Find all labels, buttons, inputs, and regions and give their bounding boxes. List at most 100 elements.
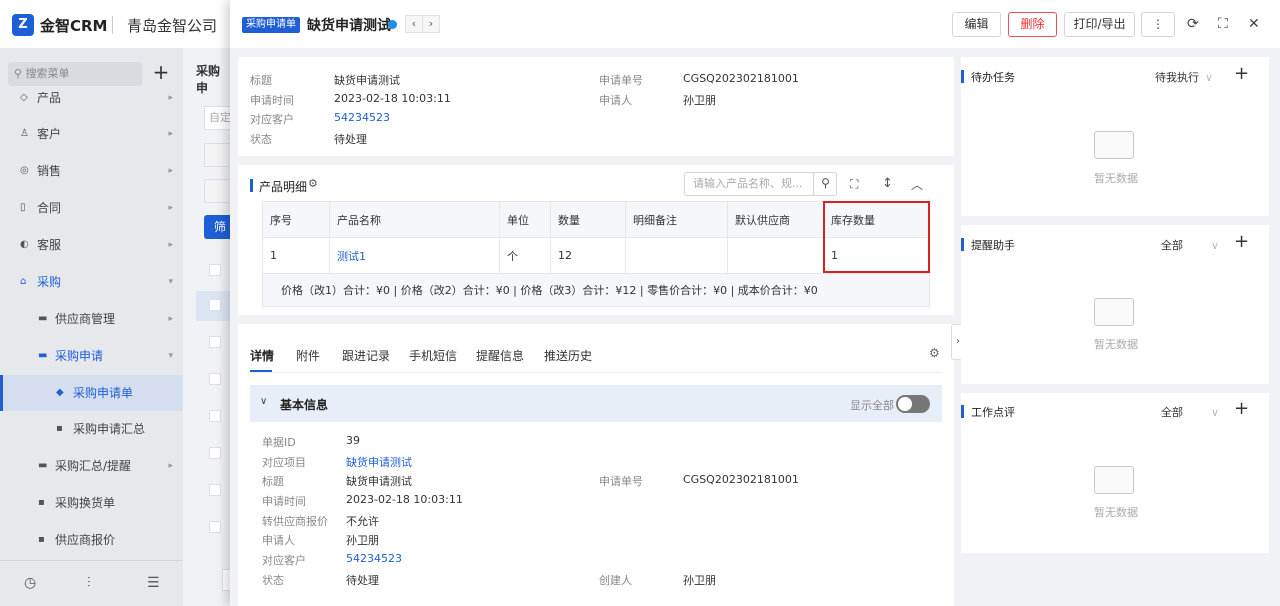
panel-title: 待办任务	[971, 71, 1015, 84]
field-value: 2023-02-18 10:03:11	[346, 493, 463, 506]
sidebar-item-supplier-management[interactable]: ▬ 供应商管理 ▸	[0, 301, 183, 337]
more-button[interactable]: ⋮	[1141, 12, 1175, 37]
sort-icon[interactable]: ↕	[882, 176, 893, 191]
field-label: 创建人	[599, 574, 632, 587]
col-header: 单位	[499, 201, 551, 238]
add-todo-button[interactable]: +	[1234, 63, 1249, 84]
empty-text: 暂无数据	[1094, 338, 1138, 351]
delete-button[interactable]: 删除	[1008, 12, 1057, 37]
sidebar-item-service[interactable]: ◐ 客服 ▸	[0, 227, 183, 263]
sidebar-item-label: 产品	[37, 91, 62, 105]
field-label: 对应客户	[262, 554, 306, 567]
product-name-link[interactable]: 测试1	[329, 237, 500, 274]
sidebar-item-purchase-summary-reminder[interactable]: ▬ 采购汇总/提醒 ▸	[0, 448, 183, 484]
tab-attachments[interactable]: 附件	[296, 347, 320, 364]
sidebar-item-contract[interactable]: ▯ 合同 ▸	[0, 190, 183, 226]
reminder-filter-select[interactable]: 全部 ∨	[1161, 237, 1219, 253]
row-checkbox[interactable]	[209, 484, 221, 496]
sidebar-item-sales[interactable]: ◎ 销售 ▸	[0, 153, 183, 189]
show-all-toggle[interactable]	[896, 395, 930, 413]
tab-push-history[interactable]: 推送历史	[544, 347, 592, 364]
purchase-icon: ⌂	[20, 276, 27, 287]
folder-icon: ▬	[38, 460, 48, 471]
tab-detail[interactable]: 详情	[250, 347, 274, 364]
chevron-right-icon: ▸	[168, 240, 173, 250]
sales-icon: ◎	[20, 165, 29, 176]
chevron-right-icon: ▸	[168, 203, 173, 213]
section-accent	[250, 179, 253, 192]
col-header: 产品名称	[329, 201, 500, 238]
table-cell: 1	[262, 237, 330, 274]
row-checkbox[interactable]	[209, 410, 221, 422]
add-review-button[interactable]: +	[1234, 398, 1249, 419]
tab-settings-icon[interactable]: ⚙	[929, 346, 940, 360]
customer-link[interactable]: 54234523	[334, 111, 390, 124]
tab-reminders[interactable]: 提醒信息	[476, 347, 524, 364]
tab-sms[interactable]: 手机短信	[409, 347, 457, 364]
menu-icon[interactable]: ☰	[147, 575, 160, 591]
edit-button[interactable]: 编辑	[952, 12, 1001, 37]
sidebar-item-product[interactable]: ◇ 产品 ▸	[0, 80, 183, 116]
sidebar-item-label: 供应商管理	[55, 312, 116, 326]
sidebar-item-purchase-request[interactable]: ▬ 采购申请 ▾	[0, 338, 183, 374]
review-filter-select[interactable]: 全部 ∨	[1161, 404, 1219, 420]
info-icon[interactable]	[388, 20, 397, 29]
table-cell	[727, 237, 824, 274]
field-label: 申请时间	[250, 94, 294, 107]
row-checkbox[interactable]	[209, 336, 221, 348]
col-header: 数量	[550, 201, 626, 238]
refresh-icon[interactable]: ⟳	[1187, 16, 1199, 32]
search-placeholder: 搜索菜单	[25, 67, 70, 80]
print-export-button[interactable]: 打印/导出	[1064, 12, 1135, 37]
filter-value: 全部	[1161, 239, 1183, 252]
sidebar-item-purchase[interactable]: ⌂ 采购 ▾	[0, 264, 183, 300]
row-checkbox[interactable]	[209, 299, 221, 311]
project-link[interactable]: 缺货申请测试	[346, 454, 412, 470]
sidebar-item-label: 合同	[37, 201, 62, 215]
customer-link[interactable]: 54234523	[346, 552, 402, 565]
field-label: 标题	[250, 74, 272, 87]
service-icon: ◐	[20, 239, 29, 250]
field-value: 缺货申请测试	[346, 475, 412, 488]
search-icon: ⚲	[14, 67, 23, 80]
sidebar-item-customer[interactable]: ♙ 客户 ▸	[0, 116, 183, 152]
expand-icon[interactable]: ⛶	[850, 177, 858, 192]
sidebar-item-purchase-request-form[interactable]: ◆ 采购申请单	[0, 375, 183, 411]
sidebar-item-purchase-exchange[interactable]: ▪ 采购换货单	[0, 485, 183, 521]
sidebar-item-label: 供应商报价	[55, 533, 116, 547]
page-title: 采购申	[196, 64, 221, 95]
row-checkbox[interactable]	[209, 447, 221, 459]
todo-filter-select[interactable]: 待我执行 ∨	[1155, 69, 1213, 85]
highlight-box	[823, 201, 930, 273]
collapse-up-icon[interactable]: ︿	[911, 176, 923, 193]
table-cell	[625, 237, 728, 274]
sidebar-item-purchase-request-summary[interactable]: ▪ 采购申请汇总	[0, 411, 183, 447]
field-value: 39	[346, 434, 360, 447]
add-reminder-button[interactable]: +	[1234, 231, 1249, 252]
flag-icon: ◆	[56, 387, 64, 398]
row-checkbox[interactable]	[209, 521, 221, 533]
close-icon[interactable]: ✕	[1248, 16, 1260, 32]
settings-icon[interactable]: ⚙	[308, 177, 318, 190]
folder-icon: ▬	[38, 350, 48, 361]
section-title: 产品明细	[259, 180, 308, 194]
record-type-tag: 采购申请单	[242, 17, 300, 33]
field-label: 标题	[262, 475, 284, 488]
row-checkbox[interactable]	[209, 264, 221, 276]
basic-info-header[interactable]: ∨ 基本信息 显示全部	[250, 385, 942, 422]
group-title: 基本信息	[280, 398, 329, 412]
fullscreen-icon[interactable]: ⛶	[1218, 16, 1228, 32]
history-icon[interactable]: ◷	[24, 575, 36, 591]
customer-icon: ♙	[20, 128, 29, 139]
search-icon[interactable]: ⚲	[813, 172, 837, 196]
row-checkbox[interactable]	[209, 373, 221, 385]
next-record-button[interactable]: ›	[422, 15, 440, 33]
tab-follow-up[interactable]: 跟进记录	[342, 347, 390, 364]
show-all-label: 显示全部	[850, 399, 894, 412]
field-label: 申请人	[262, 534, 295, 547]
sidebar-item-supplier-quote[interactable]: ▪ 供应商报价	[0, 522, 183, 558]
summary-card: 标题 缺货申请测试 申请时间 2023-02-18 10:03:11 对应客户 …	[238, 57, 954, 156]
reminder-panel: 提醒助手 全部 ∨ + 暂无数据	[961, 225, 1269, 384]
prev-record-button[interactable]: ‹	[405, 15, 423, 33]
tune-icon[interactable]: ⫶	[87, 575, 91, 591]
